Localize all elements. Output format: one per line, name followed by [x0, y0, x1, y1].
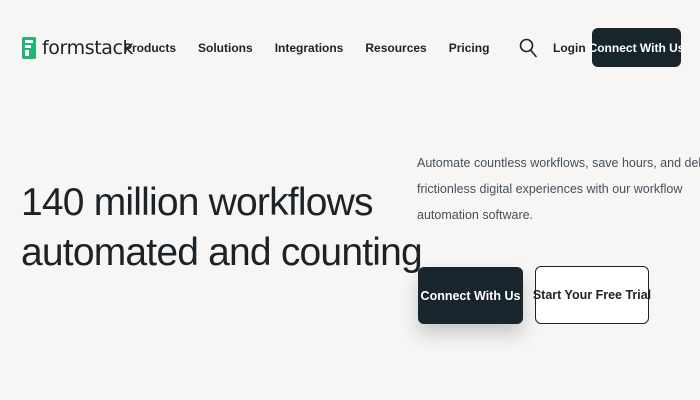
- free-trial-button[interactable]: Start Your Free Trial: [533, 266, 651, 324]
- hero-headline: 140 million workflows automated and coun…: [21, 178, 423, 278]
- connect-with-us-button[interactable]: Connect With Us: [418, 267, 523, 324]
- main-menu: Products Solutions Integrations Resource…: [124, 38, 489, 58]
- hero-description-line: automation software.: [417, 208, 534, 222]
- nav-link-pricing[interactable]: Pricing: [449, 38, 490, 58]
- nav-link-resources[interactable]: Resources: [365, 38, 426, 58]
- nav-link-products[interactable]: Products: [124, 38, 176, 58]
- nav-connect-button[interactable]: Connect With Us: [589, 28, 684, 67]
- top-navigation: formstack Products Solutions Integration…: [0, 0, 700, 96]
- formstack-logo[interactable]: formstack: [22, 36, 134, 60]
- nav-link-solutions[interactable]: Solutions: [198, 38, 253, 58]
- hero-headline-line: automated and counting: [21, 231, 423, 274]
- nav-link-integrations[interactable]: Integrations: [275, 38, 344, 58]
- formstack-logo-icon: [22, 37, 36, 59]
- hero-headline-line: 140 million workflows: [21, 181, 373, 224]
- search-icon[interactable]: [519, 38, 537, 58]
- hero-description-line: Automate countless workflows, save hours…: [417, 156, 700, 170]
- login-link[interactable]: Login: [553, 38, 586, 58]
- hero-description: Automate countless workflows, save hours…: [417, 150, 700, 228]
- hero-description-line: frictionless digital experiences with ou…: [417, 182, 683, 196]
- brand-name: formstack: [42, 37, 134, 59]
